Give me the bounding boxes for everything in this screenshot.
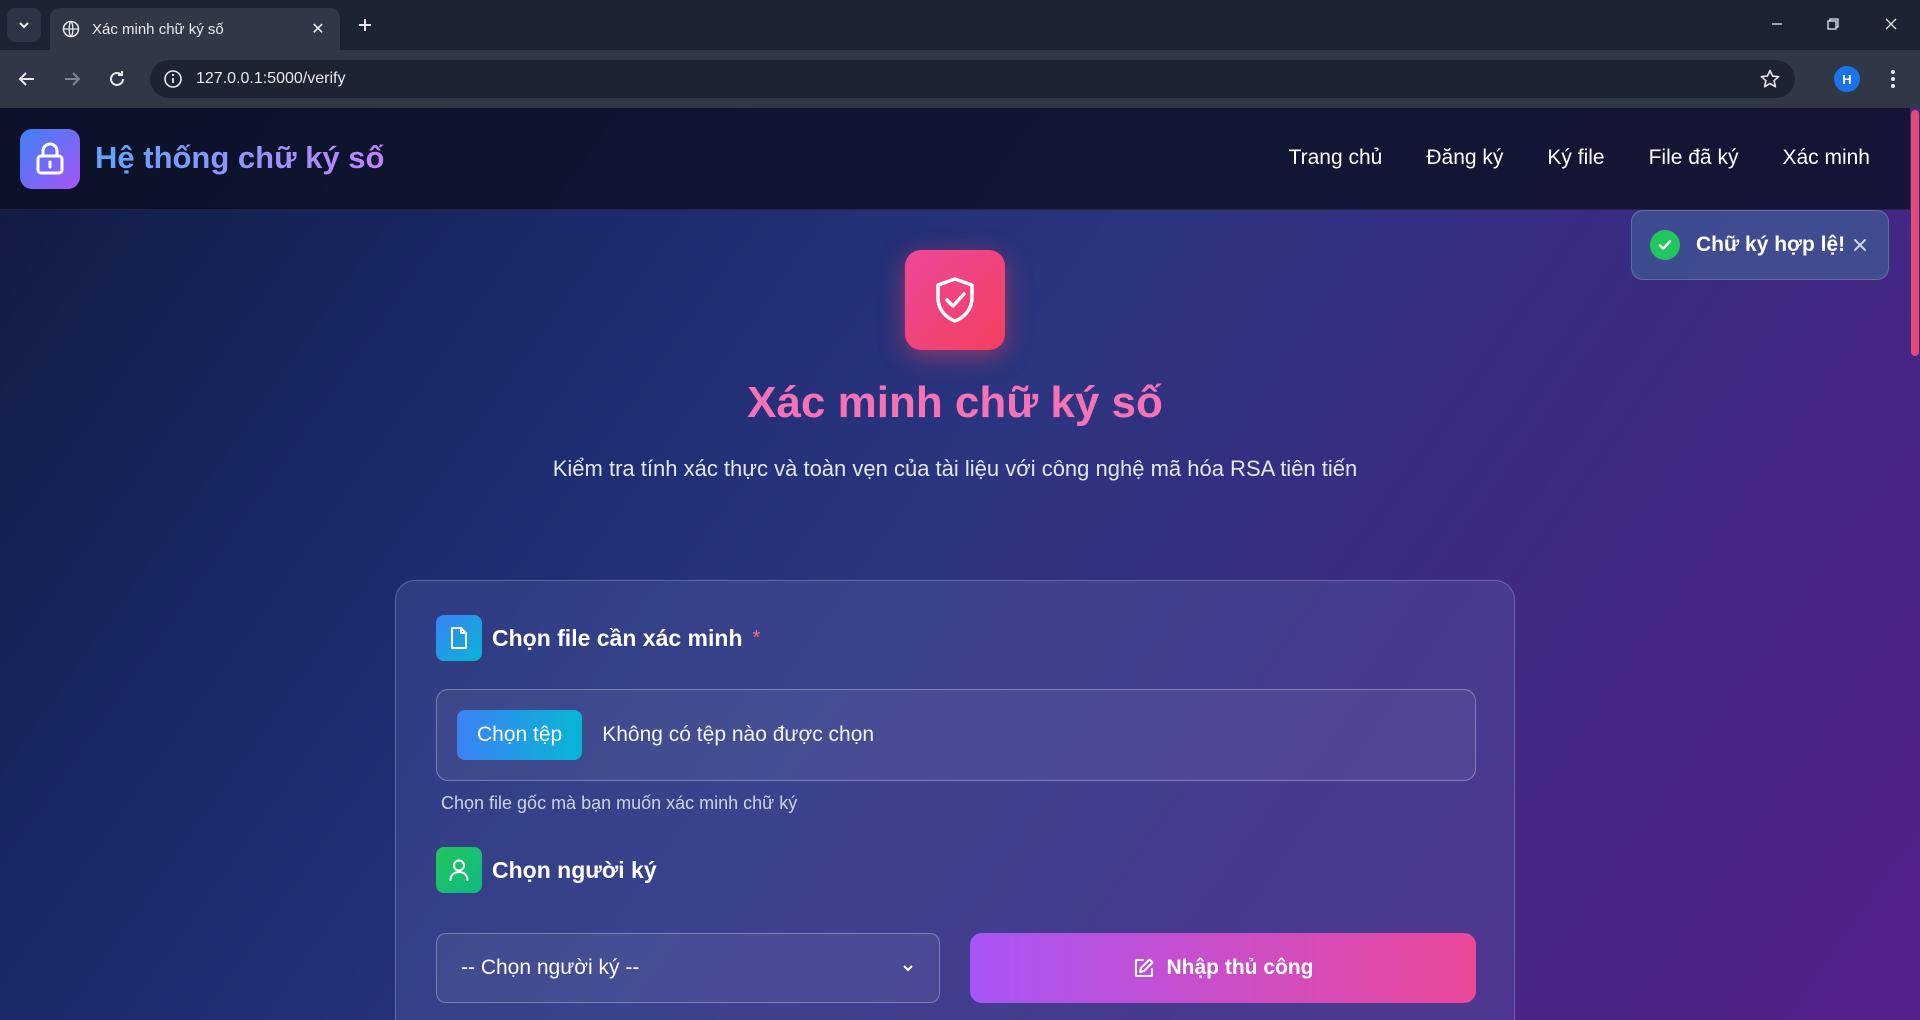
plus-icon [359, 19, 371, 31]
nav-verify[interactable]: Xác minh [1782, 146, 1870, 170]
tab-close-icon[interactable]: ✕ [308, 19, 328, 39]
chevron-down-icon [19, 22, 29, 29]
manual-entry-label: Nhập thủ công [1166, 956, 1314, 979]
address-bar[interactable]: 127.0.0.1:5000/verify [150, 60, 1795, 98]
signer-select[interactable]: -- Chọn người ký -- [436, 933, 940, 1003]
toast-message: Chữ ký hợp lệ! [1696, 233, 1846, 256]
file-section-header: Chọn file cần xác minh * [436, 615, 760, 661]
tab-title: Xác minh chữ ký số [92, 20, 224, 38]
page-scrollbar[interactable] [1910, 108, 1920, 1020]
bookmark-star-icon[interactable] [1759, 68, 1781, 90]
profile-avatar[interactable]: H [1834, 66, 1860, 92]
page-viewport: Hệ thống chữ ký số Trang chủ Đăng ký Ký … [0, 108, 1920, 1020]
brand-title[interactable]: Hệ thống chữ ký số [95, 140, 384, 176]
minimize-icon [1772, 23, 1782, 25]
signer-section-header: Chọn người ký [436, 847, 657, 893]
restore-icon [1827, 18, 1839, 30]
more-vertical-icon [1891, 70, 1895, 88]
new-tab-button[interactable] [352, 12, 378, 38]
user-icon [436, 847, 482, 893]
lock-icon [36, 142, 64, 175]
signer-section-title: Chọn người ký [492, 856, 657, 883]
file-status-text: Không có tệp nào được chọn [602, 723, 875, 746]
logo[interactable] [20, 129, 80, 189]
page-title: Xác minh chữ ký số [747, 378, 1163, 427]
file-section-title: Chọn file cần xác minh [492, 624, 743, 651]
document-icon [436, 615, 482, 661]
edit-icon [1134, 958, 1153, 977]
site-header: Hệ thống chữ ký số Trang chủ Đăng ký Ký … [0, 108, 1910, 210]
choose-file-button[interactable]: Chọn tệp [457, 710, 583, 760]
signer-select-value: -- Chọn người ký -- [461, 956, 640, 979]
required-mark: * [752, 626, 761, 649]
minimize-button[interactable] [1757, 8, 1797, 40]
verify-form-card: Chọn file cần xác minh * Chọn tệp Không … [395, 580, 1515, 1020]
browser-tab[interactable]: Xác minh chữ ký số ✕ [50, 8, 340, 50]
file-input[interactable]: Chọn tệp Không có tệp nào được chọn [436, 689, 1476, 781]
shield-check-icon [905, 250, 1005, 350]
back-button[interactable] [11, 63, 43, 95]
browser-toolbar: 127.0.0.1:5000/verify H [0, 50, 1920, 108]
reload-button[interactable] [101, 63, 133, 95]
nav-sign-file[interactable]: Ký file [1547, 146, 1604, 170]
site-info-icon[interactable] [162, 68, 184, 90]
check-circle-icon [1650, 230, 1680, 260]
restore-button[interactable] [1813, 8, 1853, 40]
close-window-button[interactable] [1871, 8, 1911, 40]
page-subtitle: Kiểm tra tính xác thực và toàn vẹn của t… [552, 456, 1358, 481]
browser-menu-button[interactable] [1880, 64, 1906, 94]
success-toast: Chữ ký hợp lệ! [1631, 210, 1889, 280]
nav-home[interactable]: Trang chủ [1289, 146, 1383, 170]
forward-button[interactable] [56, 63, 88, 95]
toast-close-icon[interactable] [1850, 235, 1870, 255]
arrow-left-icon [18, 72, 34, 86]
main-nav: Trang chủ Đăng ký Ký file File đã ký Xác… [1289, 146, 1870, 170]
nav-register[interactable]: Đăng ký [1426, 146, 1503, 170]
chevron-down-icon [903, 965, 913, 972]
close-icon [1885, 18, 1897, 30]
url-text: 127.0.0.1:5000/verify [196, 70, 346, 87]
file-hint: Chọn file gốc mà bạn muốn xác minh chữ k… [441, 793, 798, 813]
manual-entry-button[interactable]: Nhập thủ công [970, 933, 1476, 1003]
scrollbar-thumb[interactable] [1911, 110, 1919, 356]
tab-search-button[interactable] [7, 8, 41, 42]
arrow-right-icon [65, 72, 81, 86]
globe-icon [62, 20, 80, 38]
nav-signed-files[interactable]: File đã ký [1649, 146, 1739, 170]
browser-tab-bar: Xác minh chữ ký số ✕ [0, 0, 1920, 50]
reload-icon [110, 71, 124, 86]
